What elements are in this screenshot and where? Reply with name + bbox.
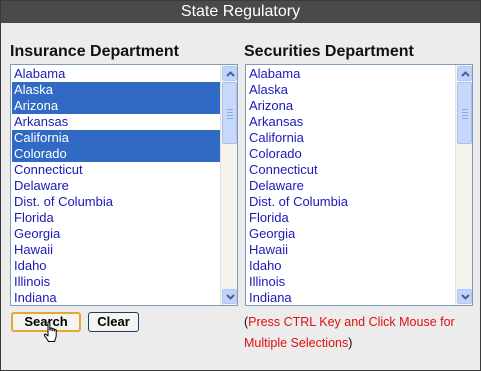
securities-scroll-up-button[interactable] [457,66,472,81]
insurance-state-option[interactable]: Arkansas [12,114,220,130]
chevron-up-icon [226,71,235,77]
insurance-list-scrollbar[interactable] [220,65,237,305]
chevron-down-icon [226,294,235,300]
securities-state-option[interactable]: Georgia [247,226,455,242]
securities-state-list: Alabama Alaska Arizona Arkansas California Co… [247,66,455,305]
chevron-up-icon [461,71,470,77]
securities-scroll-down-button[interactable] [457,289,472,304]
insurance-state-option[interactable]: Alabama [12,66,220,82]
insurance-department-heading: Insurance Department [10,43,179,60]
insurance-scroll-down-button[interactable] [222,289,237,304]
insurance-state-option[interactable]: Dist. of Columbia [12,194,220,210]
insurance-state-option[interactable]: Arizona [12,98,220,114]
securities-state-option[interactable]: Illinois [247,274,455,290]
multi-select-hint: (Press CTRL Key and Click Mouse for Mult… [244,312,476,354]
securities-state-option[interactable]: Idaho [247,258,455,274]
insurance-state-option[interactable]: Hawaii [12,242,220,258]
insurance-state-option[interactable]: Alaska [12,82,220,98]
insurance-state-option[interactable]: Indiana [12,290,220,305]
securities-state-option[interactable]: Florida [247,210,455,226]
grip-line [462,109,468,110]
grip-line [227,115,233,116]
securities-state-option[interactable]: Alabama [247,66,455,82]
insurance-scroll-thumb[interactable] [222,82,237,144]
securities-state-option[interactable]: Arkansas [247,114,455,130]
securities-state-option[interactable]: Arizona [247,98,455,114]
insurance-state-option[interactable]: Illinois [12,274,220,290]
insurance-state-option[interactable]: Delaware [12,178,220,194]
hint-close-paren: ) [348,336,353,350]
securities-state-option[interactable]: Colorado [247,146,455,162]
securities-department-heading: Securities Department [244,43,414,60]
insurance-state-option[interactable]: Connecticut [12,162,220,178]
insurance-state-option[interactable]: Georgia [12,226,220,242]
securities-state-listbox[interactable]: Alabama Alaska Arizona Arkansas California Co… [245,64,473,306]
grip-line [227,118,233,119]
securities-state-option[interactable]: Hawaii [247,242,455,258]
securities-state-option[interactable]: Indiana [247,290,455,305]
clear-button[interactable]: Clear [88,312,139,332]
insurance-state-option[interactable]: Colorado [12,146,220,162]
chevron-down-icon [461,294,470,300]
securities-state-option[interactable]: Dist. of Columbia [247,194,455,210]
securities-state-option[interactable]: Connecticut [247,162,455,178]
grip-line [227,109,233,110]
grip-line [462,115,468,116]
securities-state-option[interactable]: California [247,130,455,146]
securities-scroll-thumb[interactable] [457,82,472,144]
state-regulatory-panel: State Regulatory Insurance Department Se… [0,0,481,371]
grip-line [462,112,468,113]
hand-pointer-icon [43,321,57,342]
insurance-state-option[interactable]: Florida [12,210,220,226]
insurance-scroll-up-button[interactable] [222,66,237,81]
securities-state-option[interactable]: Alaska [247,82,455,98]
insurance-state-list: Alabama Alaska Arizona Arkansas California Co… [12,66,220,305]
securities-state-option[interactable]: Delaware [247,178,455,194]
insurance-state-option[interactable]: Idaho [12,258,220,274]
grip-line [462,118,468,119]
insurance-state-listbox[interactable]: Alabama Alaska Arizona Arkansas California Co… [10,64,238,306]
securities-list-scrollbar[interactable] [455,65,472,305]
insurance-state-option[interactable]: California [12,130,220,146]
panel-title: State Regulatory [1,1,480,23]
grip-line [227,112,233,113]
